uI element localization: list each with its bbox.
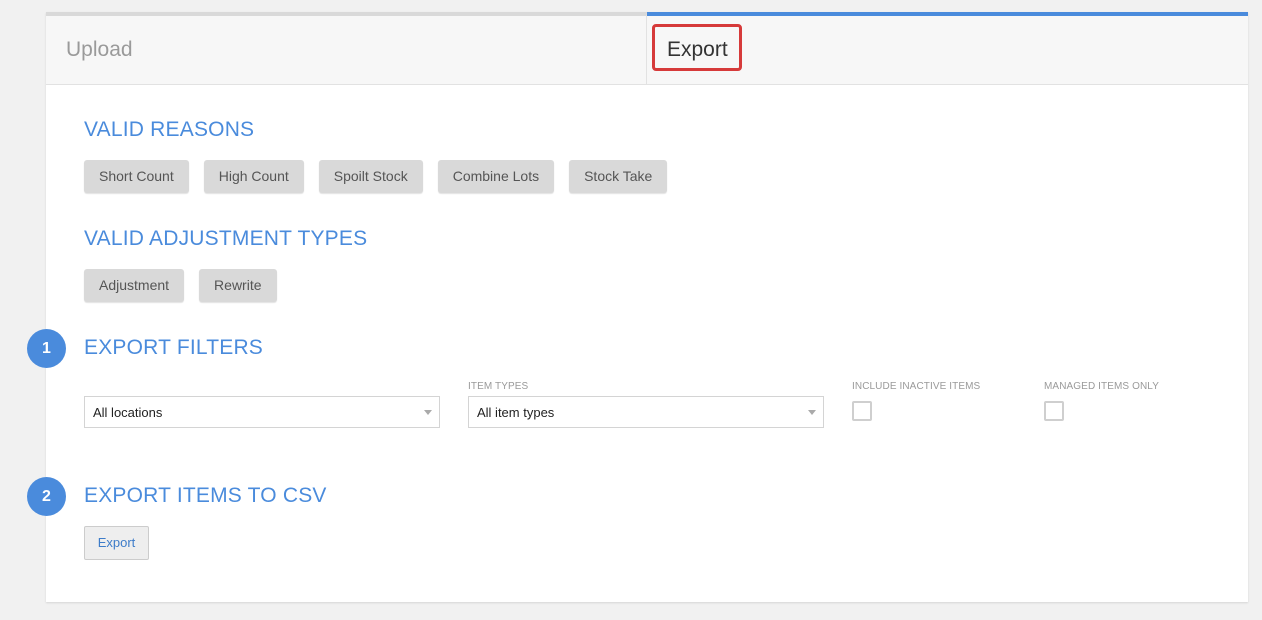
managed-only-checkbox[interactable]: [1044, 401, 1064, 421]
tab-export[interactable]: Export: [647, 12, 1248, 84]
valid-reasons-title: VALID REASONS: [84, 118, 255, 141]
export-button[interactable]: Export: [84, 526, 149, 560]
item-types-select-value: All item types: [477, 405, 555, 420]
valid-adjustment-types-title: VALID ADJUSTMENT TYPES: [84, 227, 368, 250]
tab-bar: Upload Export: [46, 12, 1248, 85]
include-inactive-checkbox[interactable]: [852, 401, 872, 421]
export-panel: Upload Export: [46, 12, 1248, 602]
chevron-down-icon: [424, 410, 432, 415]
reason-chip: High Count: [203, 160, 304, 193]
step-2-badge: 2: [27, 477, 66, 516]
tab-upload-label: Upload: [66, 38, 133, 61]
adjustment-type-chip: Adjustment: [84, 269, 185, 302]
managed-only-label: MANAGED ITEMS ONLY: [1044, 381, 1159, 392]
location-select-value: All locations: [93, 405, 163, 420]
export-filters-title: EXPORT FILTERS: [84, 336, 264, 359]
reason-chip: Stock Take: [569, 160, 668, 193]
tab-export-label: Export: [667, 38, 728, 61]
include-inactive-label: INCLUDE INACTIVE ITEMS: [852, 381, 981, 392]
item-types-select[interactable]: All item types: [468, 396, 824, 428]
reason-chip: Combine Lots: [437, 160, 555, 193]
chevron-down-icon: [808, 410, 816, 415]
reason-chip: Spoilt Stock: [318, 160, 423, 193]
tab-upload[interactable]: Upload: [46, 12, 647, 84]
valid-reasons-list: Short Count High Count Spoilt Stock Comb…: [84, 160, 668, 193]
export-csv-title: EXPORT ITEMS TO CSV: [84, 484, 327, 507]
step-1-badge: 1: [27, 329, 66, 368]
reason-chip: Short Count: [84, 160, 189, 193]
location-select[interactable]: All locations: [84, 396, 440, 428]
valid-adjustment-types-list: Adjustment Rewrite: [84, 269, 277, 302]
item-types-label: ITEM TYPES: [468, 381, 529, 392]
adjustment-type-chip: Rewrite: [199, 269, 277, 302]
